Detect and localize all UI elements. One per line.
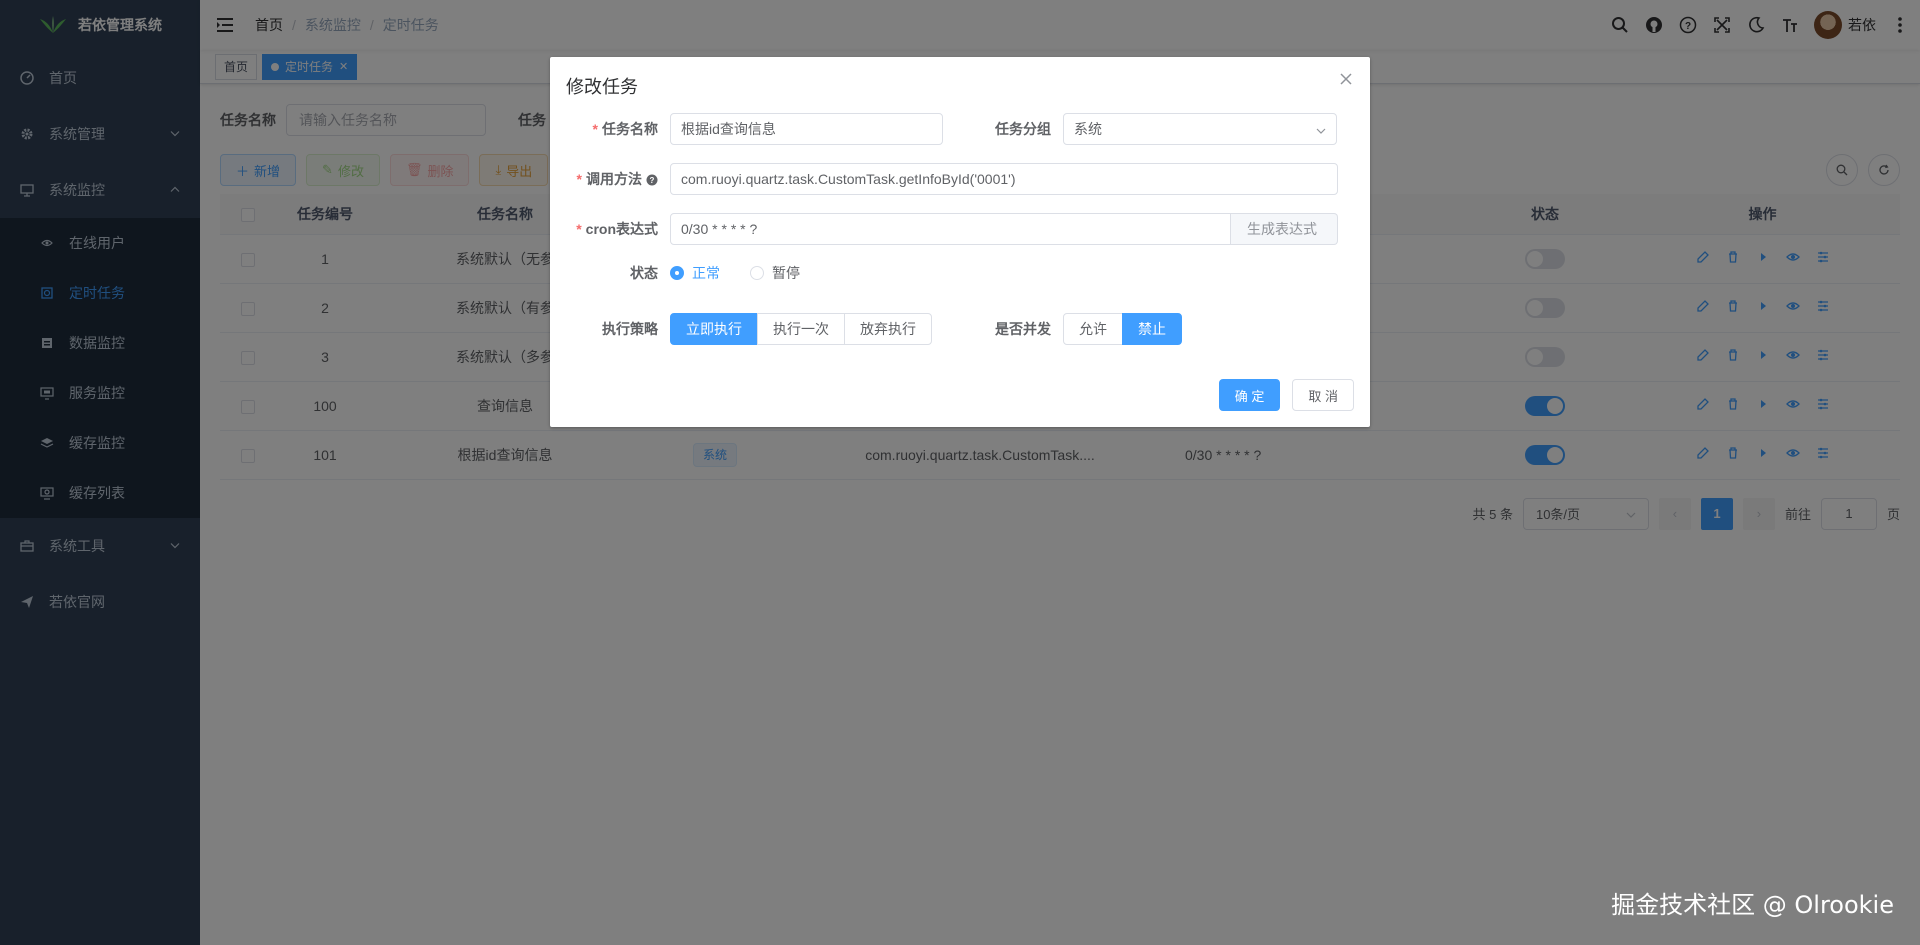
dialog-title: 修改任务	[566, 77, 638, 97]
invoke-target-label-text: 调用方法	[586, 171, 642, 187]
cron-input[interactable]: 0/30 * * * * ?	[670, 213, 1231, 245]
invoke-target-label: * 调用方法?	[550, 169, 670, 189]
chevron-down-icon	[1316, 121, 1326, 137]
generate-cron-button[interactable]: 生成表达式	[1231, 213, 1338, 245]
status-radio-paused[interactable]: 暂停	[750, 263, 800, 283]
radio-label: 正常	[692, 265, 720, 281]
misfire-radio-group: 立即执行 执行一次 放弃执行	[670, 313, 932, 345]
invoke-target-input[interactable]: com.ruoyi.quartz.task.CustomTask.getInfo…	[670, 163, 1338, 195]
cron-label: * cron表达式	[576, 221, 658, 237]
question-circle-icon[interactable]: ?	[646, 174, 658, 186]
form-row-concurrent: 是否并发 允许 禁止	[943, 313, 1182, 345]
close-icon[interactable]	[1338, 71, 1354, 87]
status-radio-normal[interactable]: 正常	[670, 263, 720, 283]
radio-label: 暂停	[772, 265, 800, 281]
dialog-footer: 确 定 取 消	[1218, 379, 1354, 411]
job-name-label: * 任务名称	[592, 121, 658, 137]
edit-job-dialog: 修改任务 * 任务名称 根据id查询信息 任务分组 系统 * 调用方法? com.r…	[550, 57, 1370, 427]
status-label: 状态	[630, 265, 658, 281]
job-group-value: 系统	[1074, 121, 1102, 137]
radio-dot	[670, 266, 684, 280]
misfire-label: 执行策略	[602, 321, 658, 337]
radio-dot	[750, 266, 764, 280]
cron-label-text: cron表达式	[585, 221, 658, 237]
form-row-name: * 任务名称 根据id查询信息	[550, 113, 943, 145]
misfire-once-button[interactable]: 执行一次	[757, 313, 845, 345]
cancel-button[interactable]: 取 消	[1292, 379, 1354, 411]
concurrent-label: 是否并发	[995, 321, 1051, 337]
dialog-header: 修改任务	[550, 57, 1370, 111]
confirm-button[interactable]: 确 定	[1218, 379, 1281, 411]
concurrent-radio-group: 允许 禁止	[1063, 313, 1182, 345]
form-row-invoke: * 调用方法? com.ruoyi.quartz.task.CustomTask.…	[550, 163, 1338, 195]
concurrent-forbid-button[interactable]: 禁止	[1122, 313, 1182, 345]
job-group-label: 任务分组	[995, 121, 1051, 137]
misfire-abandon-button[interactable]: 放弃执行	[844, 313, 932, 345]
form-row-group: 任务分组 系统	[943, 113, 1337, 145]
form-row-misfire: 执行策略 立即执行 执行一次 放弃执行	[550, 313, 932, 345]
misfire-immediate-button[interactable]: 立即执行	[670, 313, 758, 345]
job-group-select[interactable]: 系统	[1063, 113, 1337, 145]
concurrent-allow-button[interactable]: 允许	[1063, 313, 1123, 345]
form-row-cron: * cron表达式 0/30 * * * * ? 生成表达式	[550, 213, 1338, 245]
watermark: 掘金技术社区 @ Olrookie	[1611, 891, 1894, 919]
svg-text:?: ?	[650, 176, 655, 185]
job-name-input[interactable]: 根据id查询信息	[670, 113, 943, 145]
job-name-label-text: 任务名称	[602, 121, 658, 137]
form-row-status: 状态 正常 暂停	[550, 263, 830, 283]
